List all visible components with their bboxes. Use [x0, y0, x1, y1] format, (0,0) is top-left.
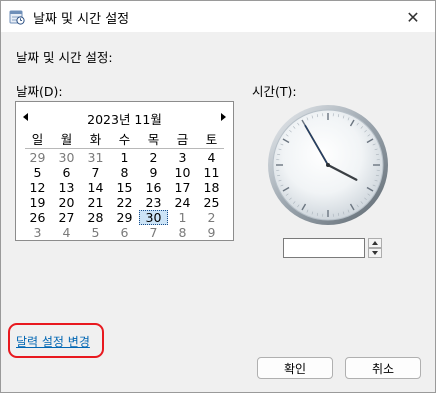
- calendar-day[interactable]: 20: [52, 195, 81, 210]
- calendar-day[interactable]: 2: [197, 210, 226, 225]
- calendar-week-row: 5 6 7 8 9 10 11: [23, 165, 226, 180]
- calendar-day[interactable]: 9: [197, 225, 226, 240]
- calendar-day[interactable]: 9: [139, 165, 168, 180]
- calendar-day[interactable]: 11: [197, 165, 226, 180]
- calendar-weeks: 29 30 31 1 2 3 4 5 6 7 8 9 10 11 12 13 14 15 16 17 18 19 20 21 2…: [23, 150, 226, 240]
- calendar-day[interactable]: 21: [81, 195, 110, 210]
- calendar-day[interactable]: 8: [168, 225, 197, 240]
- window-title: 날짜 및 시간 설정: [33, 12, 130, 27]
- calendar: 2023년 11월 일월화수목금토 29 30 31 1 2 3 4 5 6 7 8 9 10 11 12 1…: [15, 101, 234, 241]
- calendar-day[interactable]: 26: [23, 210, 52, 225]
- page-heading: 날짜 및 시간 설정:: [16, 50, 113, 65]
- calendar-week-row: 29 30 31 1 2 3 4: [23, 150, 226, 165]
- calendar-day[interactable]: 12: [23, 180, 52, 195]
- calendar-day[interactable]: 31: [81, 150, 110, 165]
- calendar-day[interactable]: 13: [52, 180, 81, 195]
- time-spinner: [368, 238, 382, 258]
- calendar-header: 2023년 11월: [16, 109, 233, 128]
- calendar-day[interactable]: 6: [52, 165, 81, 180]
- change-calendar-settings-link[interactable]: 달력 설정 변경: [16, 333, 90, 350]
- calendar-day[interactable]: 28: [81, 210, 110, 225]
- title-bar: 날짜 및 시간 설정 ✕: [1, 1, 435, 32]
- calendar-day[interactable]: 18: [197, 180, 226, 195]
- analog-clock: [268, 105, 388, 225]
- calendar-day[interactable]: 27: [52, 210, 81, 225]
- calendar-day[interactable]: 7: [139, 225, 168, 240]
- weekday-label: 목: [147, 132, 160, 147]
- clock-calendar-icon: [9, 10, 25, 25]
- calendar-week-row: 19 20 21 22 23 24 25: [23, 195, 226, 210]
- calendar-day[interactable]: 29: [23, 150, 52, 165]
- weekday-label: 화: [89, 132, 102, 147]
- calendar-day[interactable]: 2: [139, 150, 168, 165]
- weekday-divider: [25, 148, 224, 149]
- clock-center-cap: [326, 163, 330, 167]
- ok-button[interactable]: 확인: [257, 357, 333, 379]
- calendar-day[interactable]: 1: [168, 210, 197, 225]
- calendar-day[interactable]: 24: [168, 195, 197, 210]
- time-input[interactable]: [283, 238, 365, 258]
- weekday-label: 일: [31, 132, 44, 147]
- calendar-day[interactable]: 6: [110, 225, 139, 240]
- weekday-label: 토: [205, 132, 218, 147]
- caret-down-icon[interactable]: [368, 248, 382, 258]
- calendar-day[interactable]: 30: [52, 150, 81, 165]
- month-title[interactable]: 2023년 11월: [87, 109, 162, 128]
- calendar-day[interactable]: 14: [81, 180, 110, 195]
- calendar-day[interactable]: 7: [81, 165, 110, 180]
- calendar-day[interactable]: 17: [168, 180, 197, 195]
- calendar-day[interactable]: 10: [168, 165, 197, 180]
- weekday-label: 금: [176, 132, 189, 147]
- calendar-week-row: 12 13 14 15 16 17 18: [23, 180, 226, 195]
- calendar-day[interactable]: 5: [81, 225, 110, 240]
- calendar-day[interactable]: 1: [110, 150, 139, 165]
- chevron-left-icon[interactable]: [22, 110, 32, 124]
- calendar-week-row: 3456789: [23, 225, 226, 240]
- calendar-week-row: 26 27 28 29 30 1 2: [23, 210, 226, 225]
- cancel-button[interactable]: 취소: [345, 357, 421, 379]
- calendar-grid: 일월화수목금토 29 30 31 1 2 3 4 5 6 7 8 9 10 11 12 13 14 15 16 17 1…: [23, 132, 226, 240]
- calendar-day[interactable]: 4: [197, 150, 226, 165]
- calendar-day[interactable]: 3: [23, 225, 52, 240]
- calendar-day[interactable]: 29: [110, 210, 139, 225]
- close-button[interactable]: ✕: [395, 3, 431, 31]
- calendar-day[interactable]: 5: [23, 165, 52, 180]
- calendar-day[interactable]: 8: [110, 165, 139, 180]
- calendar-day[interactable]: 23: [139, 195, 168, 210]
- weekday-header-row: 일월화수목금토: [23, 132, 226, 147]
- chevron-right-icon[interactable]: [217, 110, 227, 124]
- calendar-day[interactable]: 3: [168, 150, 197, 165]
- calendar-day[interactable]: 4: [52, 225, 81, 240]
- calendar-day[interactable]: 22: [110, 195, 139, 210]
- date-time-settings-window: 날짜 및 시간 설정 ✕ 날짜 및 시간 설정: 날짜(D): 시간(T): 2…: [0, 0, 436, 393]
- weekday-label: 월: [60, 132, 73, 147]
- calendar-day[interactable]: 25: [197, 195, 226, 210]
- close-icon: ✕: [406, 7, 420, 27]
- calendar-day[interactable]: 15: [110, 180, 139, 195]
- date-label: 날짜(D):: [16, 84, 63, 99]
- time-label: 시간(T):: [252, 84, 297, 99]
- calendar-day-selected[interactable]: 30: [139, 210, 168, 225]
- caret-up-icon[interactable]: [368, 238, 382, 248]
- weekday-label: 수: [118, 132, 131, 147]
- calendar-day[interactable]: 16: [139, 180, 168, 195]
- calendar-day[interactable]: 19: [23, 195, 52, 210]
